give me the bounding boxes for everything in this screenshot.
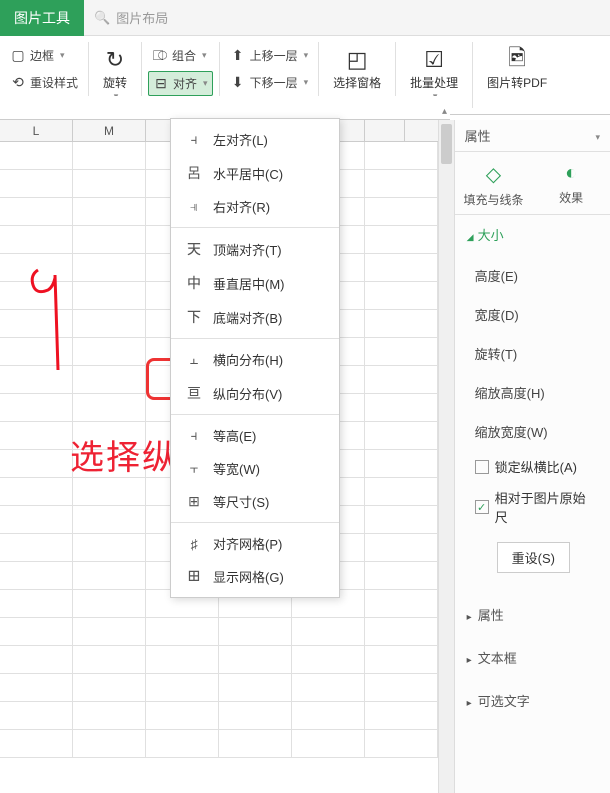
pic-to-pdf-icon: 🖻 bbox=[505, 48, 529, 72]
equal-width-icon: ⫟ bbox=[185, 460, 203, 477]
border-label: 边框 bbox=[30, 47, 54, 64]
bring-forward-label: 上移一层 bbox=[250, 47, 298, 64]
reset-style-button[interactable]: ⟲ 重设样式 bbox=[6, 71, 82, 94]
tab-effect[interactable]: ◐ 效果 bbox=[532, 162, 610, 208]
show-grid[interactable]: 𐌎显示网格(G) bbox=[171, 560, 339, 593]
search-icon bbox=[94, 10, 110, 26]
pic-to-pdf-button[interactable]: 🖻 图片转PDF bbox=[479, 44, 555, 95]
batch-icon: ☑ bbox=[422, 48, 446, 72]
align-icon: ⊟ bbox=[153, 76, 169, 92]
border-icon: ▢ bbox=[10, 48, 26, 64]
batch-label: 批量处理 bbox=[410, 74, 458, 91]
checkbox-checked bbox=[475, 500, 489, 514]
scale-w-row[interactable]: 缩放宽度(W) bbox=[467, 412, 598, 451]
align-right[interactable]: ⫣右对齐(R) bbox=[171, 190, 339, 223]
distribute-h[interactable]: ⫠横向分布(H) bbox=[171, 343, 339, 376]
distribute-h-icon: ⫠ bbox=[185, 351, 203, 368]
image-tools-tab[interactable]: 图片工具 bbox=[0, 0, 84, 36]
select-pane-label: 选择窗格 bbox=[333, 74, 381, 91]
reset-button[interactable]: 重设(S) bbox=[497, 542, 570, 573]
align-vcenter[interactable]: ㆗垂直居中(M) bbox=[171, 266, 339, 300]
effect-icon: ◐ bbox=[532, 162, 610, 185]
align-button[interactable]: ⊟ 对齐 bbox=[148, 71, 213, 96]
panel-dropdown[interactable] bbox=[593, 128, 600, 143]
rotate-icon: ↻ bbox=[103, 48, 127, 72]
show-grid-icon: 𐌎 bbox=[185, 568, 203, 585]
vertical-scrollbar[interactable] bbox=[438, 120, 454, 793]
send-backward-button[interactable]: ⬇ 下移一层 bbox=[226, 71, 313, 94]
select-pane-icon: ◰ bbox=[345, 48, 369, 72]
align-vcenter-icon: ㆗ bbox=[185, 273, 203, 293]
combine-button[interactable]: ⎄ 组合 bbox=[148, 44, 213, 67]
equal-size[interactable]: ⊞等尺寸(S) bbox=[171, 485, 339, 518]
align-left[interactable]: ⫞左对齐(L) bbox=[171, 123, 339, 156]
align-label: 对齐 bbox=[173, 75, 197, 92]
properties-panel: 属性 ◇ 填充与线条 ◐ 效果 大小 高度(E) 宽度(D) 旋转(T) 缩放高… bbox=[454, 120, 610, 793]
col-M[interactable]: M bbox=[73, 120, 146, 141]
send-backward-label: 下移一层 bbox=[250, 74, 298, 91]
bring-forward-icon: ⬆ bbox=[230, 48, 246, 64]
col-end bbox=[365, 120, 405, 141]
snap-grid[interactable]: ♯对齐网格(P) bbox=[171, 527, 339, 560]
align-hcenter[interactable]: 呂水平居中(C) bbox=[171, 156, 339, 190]
rotation-row[interactable]: 旋转(T) bbox=[467, 334, 598, 373]
equal-size-icon: ⊞ bbox=[185, 493, 203, 510]
combine-icon: ⎄ bbox=[152, 48, 168, 64]
search-area[interactable]: 图片布局 bbox=[84, 8, 178, 27]
height-row[interactable]: 高度(E) bbox=[467, 256, 598, 295]
send-backward-icon: ⬇ bbox=[230, 75, 246, 91]
checkbox-unchecked bbox=[475, 460, 489, 474]
distribute-v-icon: 亘 bbox=[185, 383, 203, 403]
relative-label: 相对于图片原始尺 bbox=[495, 488, 598, 526]
props-section[interactable]: 属性 bbox=[455, 593, 610, 636]
equal-height-icon: ⫞ bbox=[185, 427, 203, 444]
alt-section[interactable]: 可选文字 bbox=[455, 679, 610, 722]
scale-h-row[interactable]: 缩放高度(H) bbox=[467, 373, 598, 412]
scroll-thumb[interactable] bbox=[441, 124, 452, 164]
width-row[interactable]: 宽度(D) bbox=[467, 295, 598, 334]
search-placeholder: 图片布局 bbox=[116, 8, 168, 27]
lock-ratio-label: 锁定纵横比(A) bbox=[495, 457, 577, 476]
align-bottom[interactable]: ㆘底端对齐(B) bbox=[171, 300, 339, 334]
formula-bar[interactable] bbox=[0, 96, 450, 120]
equal-width[interactable]: ⫟等宽(W) bbox=[171, 452, 339, 485]
fill-icon: ◇ bbox=[455, 162, 533, 187]
combine-label: 组合 bbox=[172, 47, 196, 64]
textbox-section[interactable]: 文本框 bbox=[455, 636, 610, 679]
bring-forward-button[interactable]: ⬆ 上移一层 bbox=[226, 44, 313, 67]
equal-height[interactable]: ⫞等高(E) bbox=[171, 419, 339, 452]
relative-check[interactable]: 相对于图片原始尺 bbox=[467, 482, 598, 532]
tab-effect-label: 效果 bbox=[559, 191, 583, 205]
select-pane-button[interactable]: ◰ 选择窗格 bbox=[325, 44, 389, 95]
panel-title: 属性 bbox=[465, 126, 491, 145]
reset-style-label: 重设样式 bbox=[30, 74, 78, 91]
align-right-icon: ⫣ bbox=[185, 198, 203, 215]
tab-fill[interactable]: ◇ 填充与线条 bbox=[455, 162, 533, 208]
align-hcenter-icon: 呂 bbox=[185, 163, 203, 183]
align-left-icon: ⫞ bbox=[185, 131, 203, 148]
align-top[interactable]: ㆝顶端对齐(T) bbox=[171, 232, 339, 266]
border-button[interactable]: ▢ 边框 bbox=[6, 44, 82, 67]
tab-fill-label: 填充与线条 bbox=[463, 193, 523, 207]
align-top-icon: ㆝ bbox=[185, 239, 203, 259]
align-bottom-icon: ㆘ bbox=[185, 307, 203, 327]
snap-grid-icon: ♯ bbox=[185, 536, 203, 552]
col-L[interactable]: L bbox=[0, 120, 73, 141]
rotate-label: 旋转 bbox=[103, 74, 127, 91]
align-dropdown-menu: ⫞左对齐(L) 呂水平居中(C) ⫣右对齐(R) ㆝顶端对齐(T) ㆗垂直居中(… bbox=[170, 118, 340, 598]
pic-to-pdf-label: 图片转PDF bbox=[487, 74, 547, 91]
reset-icon: ⟲ bbox=[10, 75, 26, 91]
size-section[interactable]: 大小 bbox=[467, 225, 598, 244]
lock-ratio-check[interactable]: 锁定纵横比(A) bbox=[467, 451, 598, 482]
distribute-v[interactable]: 亘纵向分布(V) bbox=[171, 376, 339, 410]
